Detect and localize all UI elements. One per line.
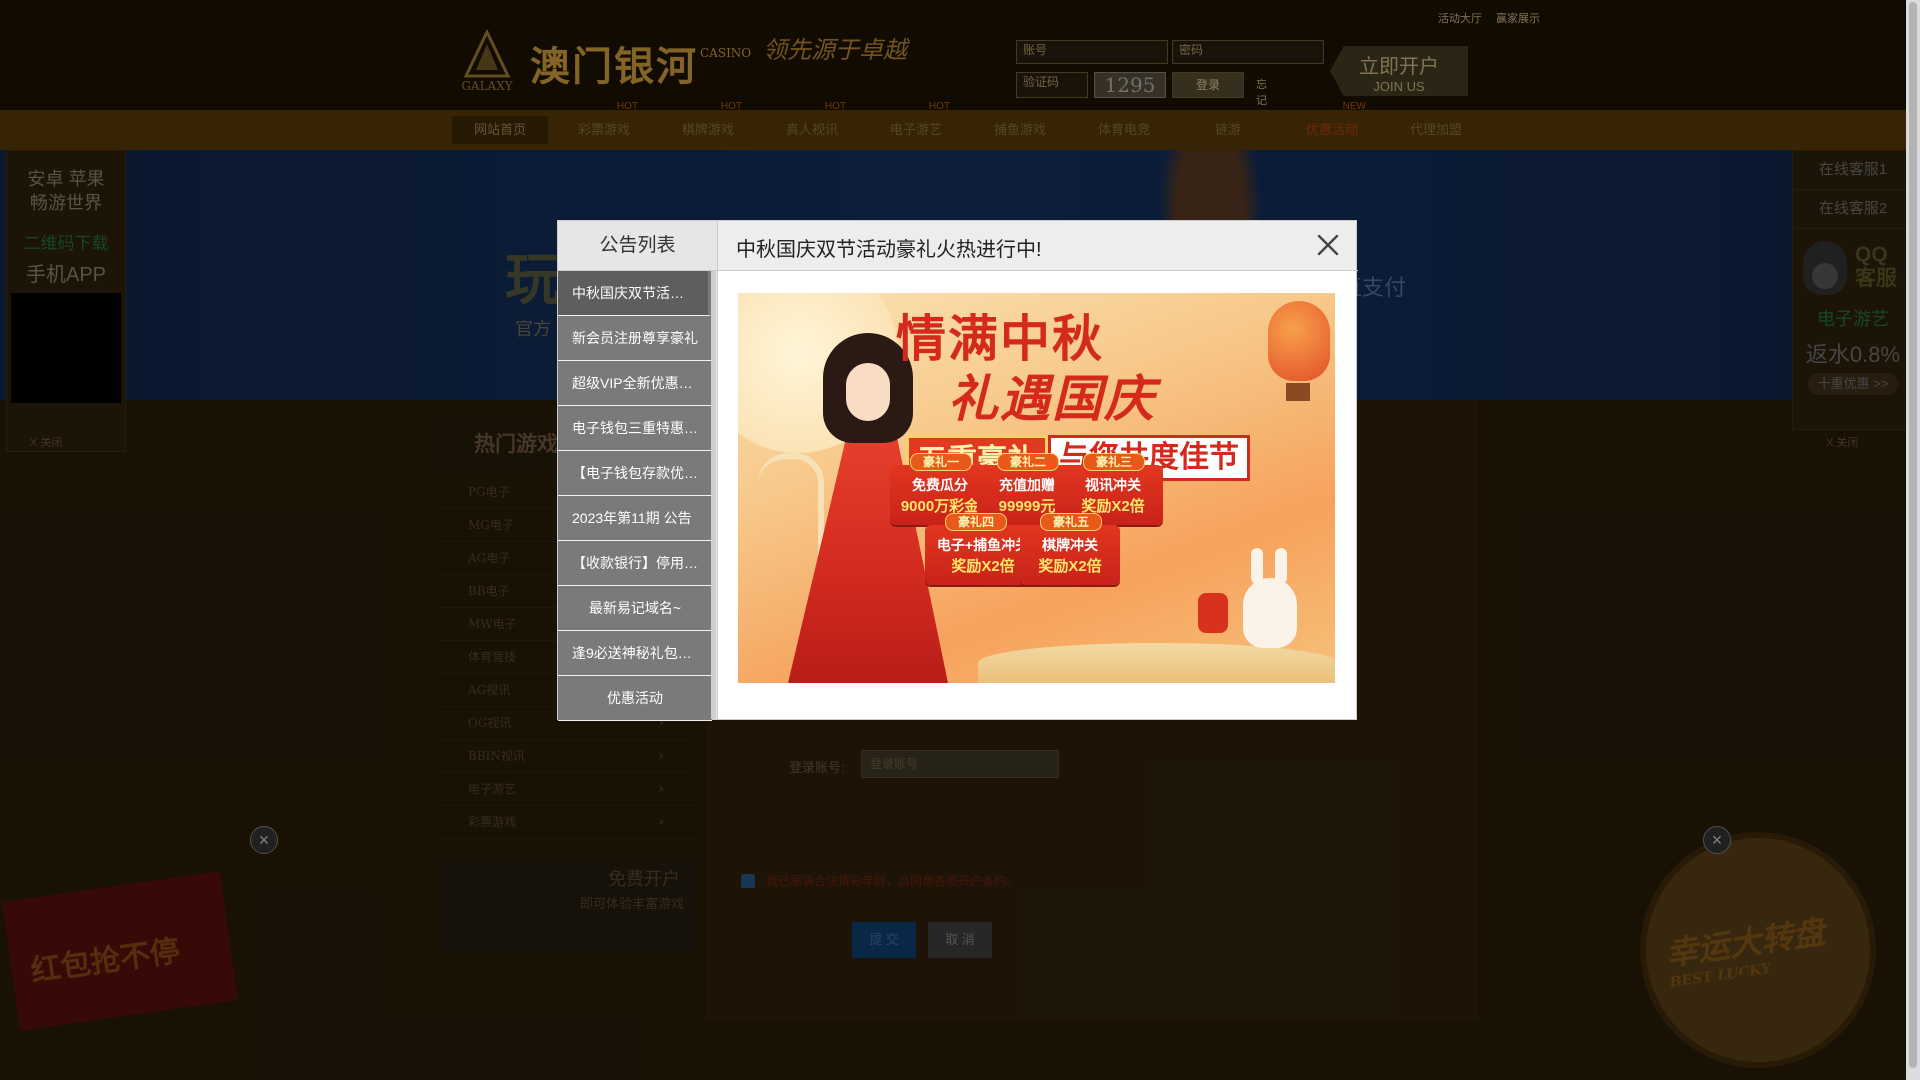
promo-gift-tag: 豪礼一 — [910, 453, 972, 471]
announcement-item[interactable]: 中秋国庆双节活动豪礼火热进行中! — [558, 271, 712, 316]
announcement-item[interactable]: 新会员注册尊享豪礼 — [558, 316, 712, 361]
announcement-list: 中秋国庆双节活动豪礼火热进行中!新会员注册尊享豪礼超级VIP全新优惠上线电子钱包… — [558, 271, 718, 721]
modal-body: 情满中秋 礼遇国庆 五重豪礼 与您共度佳节 豪礼一 免费瓜分 9000万彩金 豪礼二充… — [718, 271, 1356, 719]
promo-balloon-basket — [1286, 383, 1310, 401]
modal-title: 中秋国庆双节活动豪礼火热进行中! — [736, 239, 1042, 261]
announcement-list-title: 公告列表 — [558, 221, 718, 271]
promo-gift-tag: 豪礼五 — [1040, 513, 1102, 531]
announcement-item[interactable]: 【收款银行】停用通知 — [558, 541, 712, 586]
promo-gift-l1: 视讯冲关 — [1085, 477, 1141, 493]
announcement-item[interactable]: 2023年第11期 公告 — [558, 496, 712, 541]
rabbit-icon — [1243, 548, 1297, 648]
announcement-items: 中秋国庆双节活动豪礼火热进行中!新会员注册尊享豪礼超级VIP全新优惠上线电子钱包… — [558, 271, 717, 721]
promo-gift-card: 豪礼五棋牌冲关奖励X2倍 — [1020, 513, 1120, 585]
promo-gift-l2: 奖励X2倍 — [1038, 558, 1102, 575]
announcement-item[interactable]: 超级VIP全新优惠上线 — [558, 361, 712, 406]
promo-gift-l1: 棋牌冲关 — [1042, 537, 1098, 553]
mid-autumn-promo-image: 情满中秋 礼遇国庆 五重豪礼 与您共度佳节 豪礼一 免费瓜分 9000万彩金 豪礼二充… — [738, 293, 1335, 683]
promo-headline-2: 礼遇国庆 — [948, 369, 1156, 428]
announcement-modal: 公告列表 中秋国庆双节活动豪礼火热进行中!新会员注册尊享豪礼超级VIP全新优惠上… — [557, 220, 1358, 721]
promo-gift-tag: 豪礼四 — [945, 513, 1007, 531]
promo-gift-tag: 豪礼二 — [997, 453, 1059, 471]
promo-gift-tag: 豪礼三 — [1083, 453, 1145, 471]
close-icon[interactable] — [1312, 229, 1344, 261]
announcement-item[interactable]: 最新易记域名~ — [558, 586, 712, 631]
promo-gift-l1: 充值加赠 — [999, 477, 1055, 493]
lantern-icon — [1198, 593, 1228, 633]
promo-platform — [978, 643, 1335, 683]
announcement-list-scrollbar[interactable] — [711, 271, 716, 719]
promo-gift-l1: 免费瓜分 — [912, 477, 968, 493]
promo-lady-face — [846, 363, 890, 421]
announcement-item[interactable]: 【电子钱包存款优惠】 — [558, 451, 712, 496]
announcement-item[interactable]: 逢9必送神秘礼包等你来 — [558, 631, 712, 676]
announcement-item[interactable]: 优惠活动 — [558, 676, 712, 721]
announcement-item[interactable]: 电子钱包三重特惠来袭 — [558, 406, 712, 451]
promo-balloon-icon — [1268, 301, 1330, 381]
